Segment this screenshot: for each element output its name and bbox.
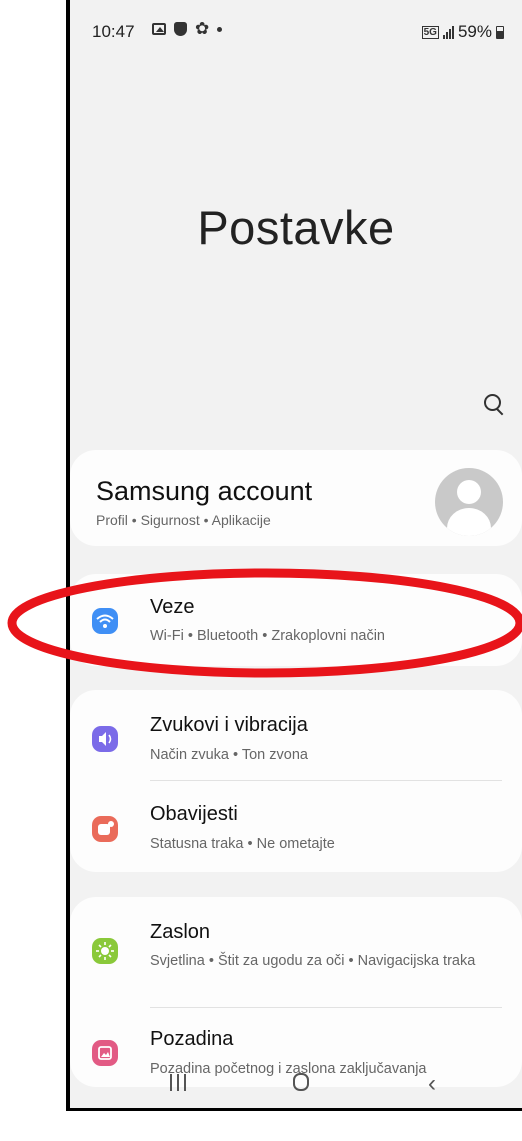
settings-item-title: Pozadina bbox=[150, 1028, 234, 1050]
recent-apps-icon bbox=[177, 1074, 179, 1091]
battery-icon bbox=[496, 25, 504, 39]
phone-screen: 10:47 ✿ 5G 59% Postavke Samsung account … bbox=[70, 0, 522, 1110]
shield-icon bbox=[174, 22, 187, 36]
signal-icon bbox=[442, 25, 454, 39]
avatar-body bbox=[447, 508, 491, 536]
recent-apps-icon bbox=[184, 1074, 186, 1091]
gear-icon: ✿ bbox=[195, 19, 210, 38]
avatar-head bbox=[457, 480, 481, 504]
search-icon-handle bbox=[496, 408, 504, 416]
settings-item-title: Zvukovi i vibracija bbox=[150, 714, 308, 736]
settings-item-title: Zaslon bbox=[150, 921, 211, 943]
account-title: Samsung account bbox=[96, 476, 313, 506]
settings-item-zvukovi[interactable]: Zvukovi i vibracija Način zvuka • Ton zv… bbox=[70, 690, 522, 782]
wifi-icon bbox=[92, 608, 118, 634]
brightness-icon bbox=[92, 938, 118, 964]
notification-icons: ✿ bbox=[152, 19, 223, 38]
status-bar: 10:47 ✿ 5G 59% bbox=[70, 14, 522, 50]
navigation-bar: ‹ bbox=[70, 1060, 522, 1108]
gallery-icon bbox=[152, 23, 166, 35]
page-title: Postavke bbox=[197, 201, 395, 254]
settings-item-subtitle: Svjetlina • Štit za ugodu za oči • Navig… bbox=[150, 953, 476, 969]
battery-percent: 59% bbox=[457, 22, 492, 41]
settings-item-subtitle: Način zvuka • Ton zvona bbox=[150, 747, 308, 763]
connections-card: Veze Wi-Fi • Bluetooth • Zrakoplovni nač… bbox=[70, 574, 522, 666]
network-badge: 5G bbox=[421, 25, 439, 39]
sound-notifications-card: Zvukovi i vibracija Način zvuka • Ton zv… bbox=[70, 690, 522, 872]
settings-item-veze[interactable]: Veze Wi-Fi • Bluetooth • Zrakoplovni nač… bbox=[70, 574, 522, 666]
recent-apps-icon bbox=[170, 1074, 172, 1091]
search-button[interactable] bbox=[482, 393, 508, 419]
status-indicators: 5G 59% bbox=[421, 22, 504, 42]
recent-apps-button[interactable] bbox=[170, 1074, 186, 1091]
account-subtitle: Profil • Sigurnost • Aplikacije bbox=[96, 512, 271, 528]
settings-item-title: Veze bbox=[150, 596, 195, 618]
avatar[interactable] bbox=[435, 468, 503, 536]
settings-item-zaslon[interactable]: Zaslon Svjetlina • Štit za ugodu za oči … bbox=[70, 897, 522, 1005]
display-card: Zaslon Svjetlina • Štit za ugodu za oči … bbox=[70, 897, 522, 1087]
settings-item-subtitle: Statusna traka • Ne ometajte bbox=[150, 836, 335, 852]
back-button[interactable]: ‹ bbox=[428, 1070, 436, 1098]
settings-item-subtitle: Wi-Fi • Bluetooth • Zrakoplovni način bbox=[150, 628, 385, 644]
settings-item-obavijesti[interactable]: Obavijesti Statusna traka • Ne ometajte bbox=[70, 781, 522, 872]
notification-icon bbox=[92, 816, 118, 842]
screenshot-frame-bottom bbox=[66, 1108, 522, 1111]
status-time: 10:47 bbox=[92, 22, 135, 41]
settings-item-title: Obavijesti bbox=[150, 803, 238, 825]
dot-icon bbox=[217, 26, 223, 32]
home-button[interactable] bbox=[293, 1073, 309, 1091]
speaker-icon bbox=[92, 726, 118, 752]
samsung-account-card[interactable]: Samsung account Profil • Sigurnost • Apl… bbox=[70, 450, 522, 546]
